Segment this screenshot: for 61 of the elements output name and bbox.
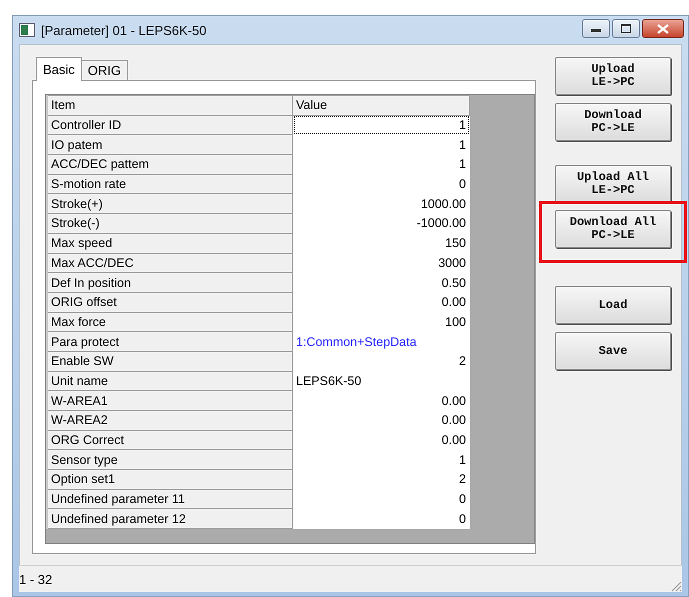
parameter-name-cell: ORG Correct — [47, 430, 292, 450]
parameter-name-cell: Option set1 — [47, 470, 292, 490]
maximize-icon — [621, 24, 631, 33]
parameter-value-cell[interactable]: 0.00 — [292, 292, 470, 312]
parameter-value-cell[interactable]: 2 — [292, 470, 470, 490]
parameter-name-cell: ACC/DEC pattem — [47, 154, 292, 174]
minimize-button[interactable] — [582, 19, 610, 38]
parameter-name-cell: Undefined parameter 11 — [47, 489, 292, 509]
parameter-name-cell: Stroke(-) — [47, 214, 292, 234]
column-header: Value — [292, 96, 470, 116]
tab[interactable]: Basic — [36, 57, 82, 81]
tab[interactable]: ORIG — [80, 60, 128, 80]
parameter-name-cell: S-motion rate — [47, 174, 292, 194]
column-header: Item — [47, 96, 292, 116]
parameter-value-cell[interactable]: 3000 — [292, 253, 470, 273]
parameter-value-cell[interactable]: 0.00 — [292, 410, 470, 430]
parameter-name-cell: Def In position — [47, 272, 292, 292]
parameter-name-cell: IO patem — [47, 134, 292, 155]
parameter-name-cell: Max ACC/DEC — [47, 253, 292, 273]
maximize-button[interactable] — [612, 19, 640, 38]
action-button[interactable]: Load — [555, 286, 671, 324]
parameter-value-cell[interactable]: 1 — [292, 134, 470, 155]
action-button[interactable]: Upload LE->PC — [555, 57, 671, 95]
resize-grip-icon[interactable] — [670, 580, 682, 592]
parameter-value-cell[interactable]: 2 — [292, 351, 470, 372]
parameter-value-cell[interactable]: 0.00 — [292, 390, 470, 410]
action-button[interactable]: Download All PC->LE — [555, 210, 671, 248]
parameter-value-cell[interactable]: 1:Common+StepData — [292, 332, 470, 352]
window-icon — [19, 23, 35, 37]
parameter-name-cell: ORIG offset — [47, 292, 292, 312]
status-text: 1 - 32 — [19, 572, 52, 586]
parameter-name-cell: Controller ID — [47, 115, 292, 135]
parameter-value-cell[interactable]: 100 — [292, 312, 470, 332]
parameter-name-cell: Undefined parameter 12 — [47, 508, 292, 529]
parameter-value-cell[interactable]: 0.50 — [292, 272, 470, 292]
parameter-value-cell[interactable]: -1000.00 — [292, 214, 470, 234]
parameter-name-cell: Para protect — [47, 332, 292, 352]
parameter-name-cell: Max force — [47, 312, 292, 332]
close-button[interactable] — [642, 19, 684, 38]
window-title: [Parameter] 01 - LEPS6K-50 — [41, 22, 208, 38]
parameter-value-cell[interactable]: 1 — [292, 450, 470, 470]
parameter-value-cell[interactable]: 0.00 — [292, 430, 470, 450]
parameter-value-cell[interactable]: 0 — [292, 489, 470, 509]
parameter-name-cell: W-AREA2 — [47, 410, 292, 430]
parameter-value-cell[interactable]: 0 — [292, 174, 470, 194]
parameter-value-cell[interactable]: 1 — [292, 115, 470, 135]
close-icon — [657, 24, 669, 34]
parameter-value-cell[interactable]: 1000.00 — [292, 194, 470, 214]
parameter-value-cell[interactable]: LEPS6K-50 — [292, 371, 470, 391]
action-button[interactable]: Save — [555, 332, 671, 370]
parameter-value-cell[interactable]: 0 — [292, 508, 470, 529]
parameter-name-cell: Stroke(+) — [47, 194, 292, 214]
parameter-name-cell: Unit name — [47, 371, 292, 391]
parameter-name-cell: Sensor type — [47, 450, 292, 470]
parameter-name-cell: Enable SW — [47, 351, 292, 372]
parameter-name-cell: Max speed — [47, 233, 292, 253]
parameter-value-cell[interactable]: 150 — [292, 233, 470, 253]
action-button[interactable]: Upload All LE->PC — [555, 165, 671, 203]
action-button[interactable]: Download PC->LE — [555, 103, 671, 141]
parameter-value-cell[interactable]: 1 — [292, 154, 470, 174]
parameter-name-cell: W-AREA1 — [47, 390, 292, 410]
